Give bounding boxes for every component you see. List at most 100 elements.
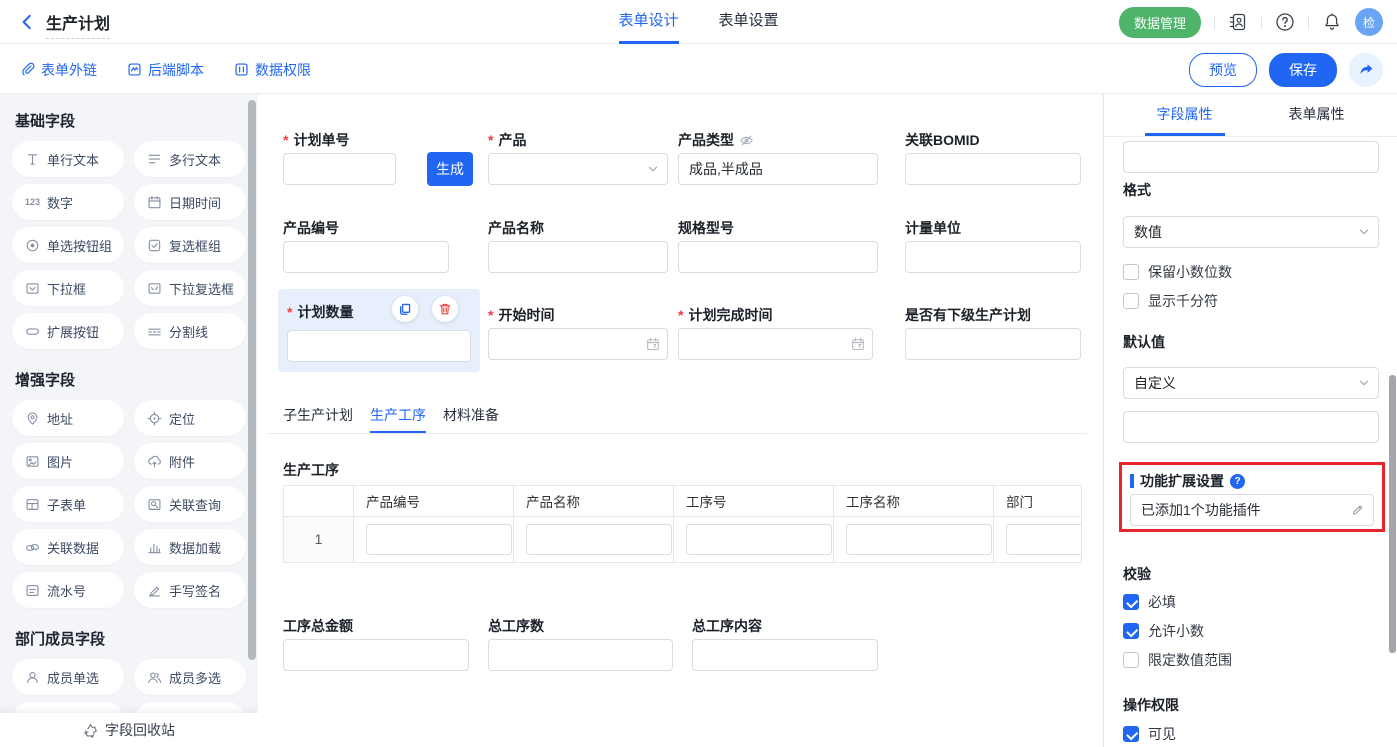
- field-multi-line-text[interactable]: 多行文本: [134, 141, 246, 177]
- data-manage-button[interactable]: 数据管理: [1119, 7, 1201, 38]
- bom-id-input[interactable]: [905, 153, 1081, 185]
- field-datetime[interactable]: 日期时间: [134, 184, 246, 220]
- field-extend-button[interactable]: 扩展按钮: [12, 313, 124, 349]
- field-checkbox-group[interactable]: 复选框组: [134, 227, 246, 263]
- unit-input[interactable]: [905, 241, 1081, 273]
- field-title-input[interactable]: [1123, 141, 1379, 173]
- plugin-help-icon[interactable]: ?: [1230, 474, 1245, 489]
- user-avatar[interactable]: 检: [1355, 8, 1383, 36]
- checkbox-icon[interactable]: [1123, 652, 1139, 668]
- product-code-input[interactable]: [283, 241, 449, 273]
- plan-no-input[interactable]: [283, 153, 396, 185]
- checkbox-required[interactable]: 必填: [1123, 592, 1176, 612]
- field-recycle-bin[interactable]: 字段回收站: [0, 713, 258, 747]
- field-product-name[interactable]: 产品名称: [488, 218, 668, 273]
- share-button[interactable]: [1349, 53, 1383, 87]
- field-number[interactable]: 123数字: [12, 184, 124, 220]
- tab-form-properties[interactable]: 表单属性: [1277, 94, 1357, 136]
- field-location[interactable]: 定位: [134, 400, 246, 436]
- field-dropdown[interactable]: 下拉框: [12, 270, 124, 306]
- checkbox-icon[interactable]: [1123, 623, 1139, 639]
- has-sub-plan-input[interactable]: [905, 328, 1081, 360]
- checkbox-decimal-places[interactable]: 保留小数位数: [1123, 262, 1232, 282]
- cell-process-name-input[interactable]: [846, 524, 992, 555]
- subtab-production-process[interactable]: 生产工序: [370, 405, 426, 434]
- field-product[interactable]: *产品: [488, 130, 668, 185]
- product-type-input[interactable]: [678, 153, 878, 185]
- field-product-code[interactable]: 产品编号: [283, 218, 449, 273]
- field-address[interactable]: 地址: [12, 400, 124, 436]
- checkbox-limit-range[interactable]: 限定数值范围: [1123, 650, 1232, 670]
- field-data-load[interactable]: 数据加载: [134, 529, 246, 565]
- field-bom-id[interactable]: 关联BOMID: [905, 130, 1081, 185]
- field-product-type[interactable]: 产品类型: [678, 130, 878, 185]
- field-total-amount[interactable]: 工序总金额: [283, 616, 469, 671]
- backend-script-button[interactable]: 后端脚本: [127, 60, 204, 80]
- format-select[interactable]: 数值: [1123, 216, 1379, 248]
- edit-pencil-icon[interactable]: [1350, 503, 1365, 518]
- subtab-material-prep[interactable]: 材料准备: [443, 405, 499, 434]
- field-linked-data[interactable]: 关联数据: [12, 529, 124, 565]
- generate-button[interactable]: 生成: [427, 152, 473, 186]
- start-time-input[interactable]: [488, 328, 668, 360]
- help-icon[interactable]: [1275, 12, 1295, 32]
- plugin-value-box[interactable]: 已添加1个功能插件: [1130, 494, 1374, 526]
- field-signature[interactable]: 手写签名: [134, 572, 246, 608]
- tab-form-design[interactable]: 表单设计: [618, 0, 678, 44]
- field-plan-no[interactable]: *计划单号 生成: [283, 130, 396, 185]
- data-permission-button[interactable]: 数据权限: [234, 60, 311, 80]
- plan-qty-input[interactable]: [287, 330, 471, 362]
- field-member-single[interactable]: 成员单选: [12, 659, 124, 695]
- checkbox-icon[interactable]: [1123, 726, 1139, 742]
- form-link-button[interactable]: 表单外链: [20, 60, 97, 80]
- notification-bell-icon[interactable]: [1322, 12, 1342, 32]
- total-count-input[interactable]: [488, 639, 673, 671]
- checkbox-icon[interactable]: [1123, 264, 1139, 280]
- product-name-input[interactable]: [488, 241, 668, 273]
- copy-field-button[interactable]: [392, 296, 418, 322]
- spec-model-input[interactable]: [678, 241, 878, 273]
- field-image[interactable]: 图片: [12, 443, 124, 479]
- field-has-sub-plan[interactable]: 是否有下级生产计划: [905, 305, 1081, 360]
- subtab-sub-plan[interactable]: 子生产计划: [283, 405, 353, 434]
- checkbox-icon[interactable]: [1123, 293, 1139, 309]
- selected-field-plan-qty[interactable]: *计划数量: [278, 289, 480, 372]
- field-linked-query[interactable]: 关联查询: [134, 486, 246, 522]
- delete-field-button[interactable]: [432, 296, 458, 322]
- field-radio-group[interactable]: 单选按钮组: [12, 227, 124, 263]
- total-content-input[interactable]: [692, 639, 878, 671]
- tab-field-properties[interactable]: 字段属性: [1145, 94, 1225, 136]
- cell-product-code-input[interactable]: [366, 524, 512, 555]
- product-select[interactable]: [488, 153, 668, 185]
- total-amount-input[interactable]: [283, 639, 469, 671]
- cell-product-name-input[interactable]: [526, 524, 672, 555]
- field-subform[interactable]: 子表单: [12, 486, 124, 522]
- checkbox-thousand-sep[interactable]: 显示千分符: [1123, 291, 1218, 311]
- field-spec-model[interactable]: 规格型号: [678, 218, 878, 273]
- field-total-content[interactable]: 总工序内容: [692, 616, 878, 671]
- checkbox-visible[interactable]: 可见: [1123, 724, 1176, 744]
- default-value-select[interactable]: 自定义: [1123, 367, 1379, 399]
- field-start-time[interactable]: *开始时间: [488, 305, 668, 360]
- save-button[interactable]: 保存: [1269, 53, 1337, 87]
- field-total-count[interactable]: 总工序数: [488, 616, 673, 671]
- field-single-line-text[interactable]: 单行文本: [12, 141, 124, 177]
- sidebar-scrollbar[interactable]: [248, 100, 256, 660]
- field-attachment[interactable]: 附件: [134, 443, 246, 479]
- field-finish-time[interactable]: *计划完成时间: [678, 305, 873, 360]
- checkbox-icon[interactable]: [1123, 594, 1139, 610]
- field-divider[interactable]: 分割线: [134, 313, 246, 349]
- cell-department-input[interactable]: [1006, 524, 1082, 555]
- default-value-input[interactable]: [1123, 411, 1379, 443]
- field-unit[interactable]: 计量单位: [905, 218, 1081, 273]
- contacts-icon[interactable]: [1228, 12, 1248, 32]
- field-member-multi[interactable]: 成员多选: [134, 659, 246, 695]
- checkbox-allow-decimal[interactable]: 允许小数: [1123, 621, 1204, 641]
- panel-scrollbar[interactable]: [1389, 375, 1396, 653]
- finish-time-picker[interactable]: [678, 328, 873, 360]
- finish-time-input[interactable]: [678, 328, 873, 360]
- field-dropdown-multi[interactable]: 下拉复选框: [134, 270, 246, 306]
- preview-button[interactable]: 预览: [1189, 53, 1257, 87]
- field-serial-number[interactable]: 流水号: [12, 572, 124, 608]
- start-time-picker[interactable]: [488, 328, 668, 360]
